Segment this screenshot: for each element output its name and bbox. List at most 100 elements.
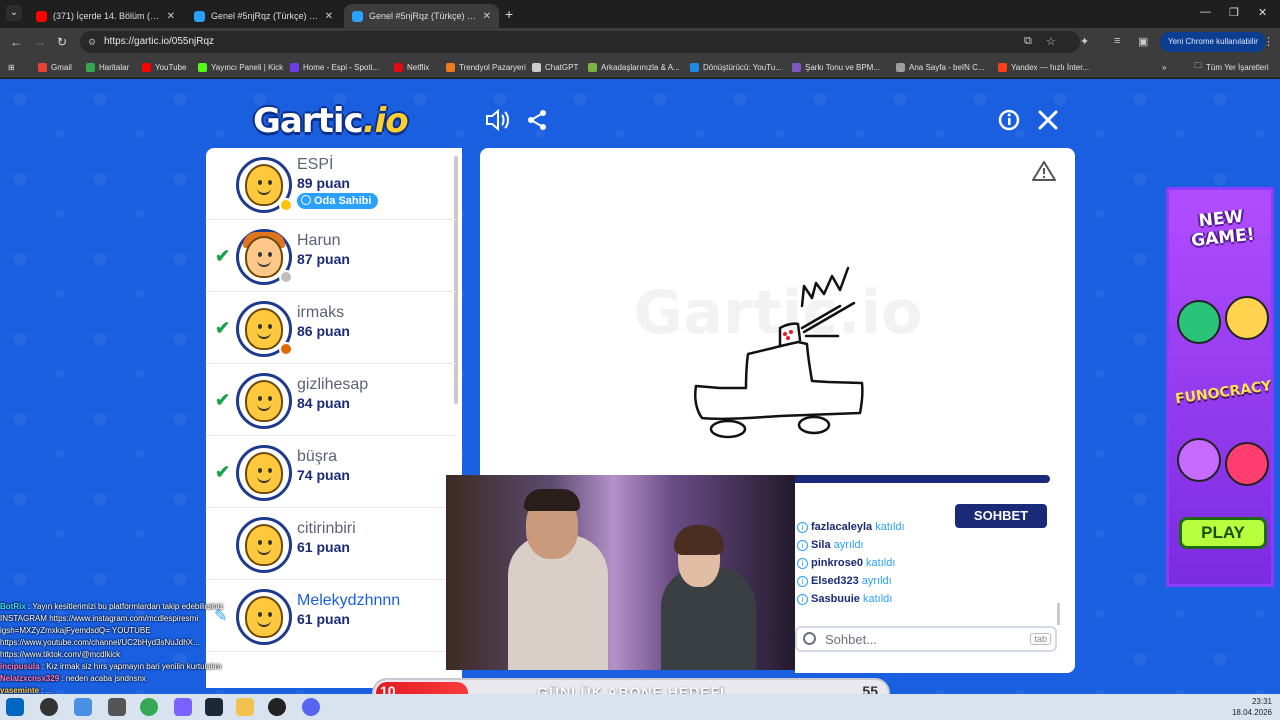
ad-character-icon (1177, 300, 1221, 344)
bookmark-item[interactable]: YouTube (142, 60, 186, 74)
bookmark-favicon-icon (290, 62, 299, 72)
player-points: 74 puan (297, 467, 350, 483)
stream-chat-line: BotRix : Yayın kesitlerimizi bu platform… (0, 602, 224, 611)
info-icon: i (797, 594, 808, 605)
system-clock[interactable]: 23:31 18.04.2026 (1232, 696, 1272, 718)
browser-tab-youtube[interactable]: (371) İçerde 14. Bölüm (Full HD) ✕ (28, 4, 183, 28)
close-room-icon[interactable] (1037, 109, 1059, 137)
avatar[interactable] (236, 517, 292, 573)
browser-tab-gartic-active[interactable]: Genel #5njRqz (Türkçe) - Gartic ✕ (344, 4, 499, 28)
report-warning-icon[interactable] (1031, 160, 1057, 187)
info-icon: i (797, 540, 808, 551)
restore-icon[interactable]: ❐ (1229, 6, 1239, 19)
bookmark-item[interactable]: Trendyol Pazaryeri (446, 60, 526, 74)
stream-chat-line: https://www.youtube.com/channel/UC2bHyd3… (0, 638, 200, 647)
bookmark-favicon-icon (532, 62, 541, 72)
apps-icon[interactable]: ⊞ (8, 60, 15, 74)
reload-icon[interactable]: ↻ (57, 35, 67, 49)
bookmark-item[interactable]: Haritalar (86, 60, 129, 74)
bookmark-item[interactable]: Dönüştürücü: YouTu... (690, 60, 782, 74)
bookmark-item[interactable]: Netflix (394, 60, 429, 74)
stream-chat-line: Nelalzxcnsx329 : neden acaba jsndnsnx (0, 674, 146, 683)
bookmark-item[interactable]: ChatGPT (532, 60, 578, 74)
player-row[interactable]: ✔ büşra 74 puan (206, 436, 456, 508)
chat-scrollbar[interactable] (1057, 603, 1060, 625)
bookmark-item[interactable]: Yayıncı Paneli | Kick (198, 60, 283, 74)
chat-message: i fazlacaleyla katıldı (797, 521, 905, 533)
minimize-icon[interactable]: — (1200, 6, 1211, 18)
ad-character-icon (1177, 438, 1221, 482)
info-icon: i (797, 522, 808, 533)
ad-play-button[interactable]: PLAY (1179, 517, 1267, 549)
ad-character-icon (1225, 296, 1269, 340)
app-icon[interactable] (174, 698, 192, 716)
steam-icon[interactable] (205, 698, 223, 716)
avatar[interactable] (236, 157, 293, 213)
chrome-menu-icon[interactable]: ⋮ (1263, 35, 1274, 48)
player-name: gizlihesap (297, 376, 369, 393)
media-icon[interactable]: ≡ (1114, 35, 1120, 47)
app-icon[interactable] (108, 698, 126, 716)
file-explorer-icon[interactable] (236, 698, 254, 716)
stream-chat-line: INSTAGRAM https://www.instagram.com/mcdl… (0, 614, 199, 623)
bookmark-favicon-icon (142, 62, 151, 72)
task-view-icon[interactable] (74, 698, 92, 716)
chrome-icon[interactable] (140, 698, 158, 716)
gartic-favicon-icon (352, 10, 363, 22)
stream-chat-line: https://www.tiktok.com/@mcdlkick (0, 650, 121, 659)
player-points: 86 puan (297, 323, 350, 339)
browser-tab-gartic-1[interactable]: Genel #5njRqz (Türkçe) - Gartic ✕ (186, 4, 341, 28)
chat-tab[interactable]: SOHBET (955, 504, 1047, 528)
info-icon: i (797, 576, 808, 587)
sound-icon[interactable] (485, 108, 509, 137)
avatar[interactable] (236, 373, 292, 429)
tab-search-button[interactable]: ⌄ (6, 5, 22, 21)
site-info-icon[interactable]: ⚙ (88, 31, 96, 53)
bookmark-item[interactable]: Şarkı Tonu ve BPM... (792, 60, 880, 74)
bookmark-item[interactable]: Yandex — hızlı İnter... (998, 60, 1089, 74)
player-row[interactable]: ✔ Harun 87 puan (206, 220, 456, 292)
start-icon[interactable] (6, 698, 24, 716)
chrome-update-pill[interactable]: Yeni Chrome kullanılabilir (1160, 32, 1266, 52)
sidebar-icon[interactable]: ▣ (1138, 35, 1148, 48)
bookmark-item[interactable]: Gmail (38, 60, 72, 74)
player-points: 84 puan (297, 395, 350, 411)
share-icon[interactable] (526, 109, 548, 137)
close-window-icon[interactable]: ✕ (1258, 6, 1267, 19)
url-field[interactable]: ⚙ https://gartic.io/055njRqz (80, 31, 1080, 53)
forward-icon[interactable]: → (34, 35, 46, 49)
webcam-overlay (446, 475, 795, 670)
bookmark-item[interactable]: Home - Espi - Spoti... (290, 60, 379, 74)
bookmark-item[interactable]: Arkadaşlarınızla & A... (588, 60, 680, 74)
close-tab-icon[interactable]: ✕ (167, 11, 175, 22)
bookmark-star-icon[interactable]: ☆ (1046, 35, 1056, 48)
chat-message: i pinkrose0 katıldı (797, 557, 895, 569)
obs-icon[interactable] (268, 698, 286, 716)
avatar[interactable] (236, 445, 292, 501)
avatar[interactable] (236, 229, 293, 285)
install-icon[interactable]: ⧉ (1024, 35, 1032, 48)
back-icon[interactable]: ← (10, 35, 22, 49)
chat-message: i Sasbuuie katıldı (797, 593, 892, 605)
player-points: 61 puan (297, 539, 350, 555)
avatar[interactable] (236, 301, 293, 357)
bookmarks-overflow-icon[interactable]: » (1162, 60, 1166, 74)
bookmark-item[interactable]: Ana Sayfa - beIN C... (896, 60, 985, 74)
chat-input[interactable]: Sohbet... tab (795, 626, 1057, 652)
close-tab-icon[interactable]: ✕ (325, 11, 333, 22)
new-tab-button[interactable]: + (505, 6, 513, 22)
funocracy-ad[interactable]: NEW GAME! FUNOCRACY PLAY (1166, 187, 1274, 587)
checkmark-icon: ✔ (215, 390, 231, 410)
close-tab-icon[interactable]: ✕ (483, 11, 491, 22)
discord-icon[interactable] (302, 698, 320, 716)
player-row[interactable]: ✔ gizlihesap 84 puan (206, 364, 456, 436)
extensions-icon[interactable]: ✦ (1080, 35, 1089, 48)
player-row[interactable]: ✔ irmaks 86 puan (206, 292, 456, 364)
tab-strip: ⌄ (371) İçerde 14. Bölüm (Full HD) ✕ Gen… (0, 0, 1280, 28)
player-name: Harun (297, 232, 341, 249)
search-icon[interactable] (40, 698, 58, 716)
info-icon[interactable] (998, 109, 1020, 137)
player-row[interactable]: citirinbiri 61 puan (206, 508, 456, 580)
all-bookmarks[interactable]: 🗀 Tüm Yer İşaretleri (1194, 60, 1269, 74)
player-row[interactable]: ESPİ 89 puan Oda Sahibi (206, 148, 456, 220)
